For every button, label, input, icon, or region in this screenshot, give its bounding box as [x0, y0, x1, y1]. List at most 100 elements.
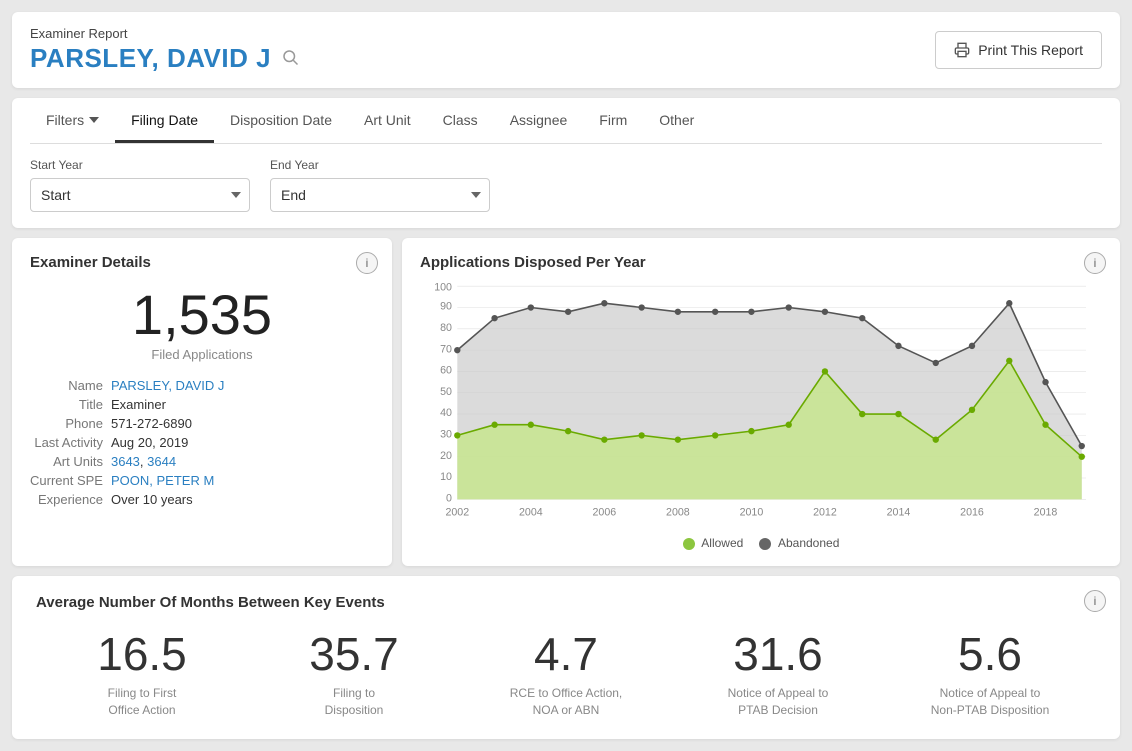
legend-allowed: Allowed — [683, 536, 744, 550]
svg-text:60: 60 — [440, 365, 452, 377]
svg-text:100: 100 — [434, 283, 452, 293]
name-key: Name — [30, 378, 103, 393]
filed-label: Filed Applications — [30, 347, 374, 362]
art-units-key: Art Units — [30, 454, 103, 469]
chevron-down-icon — [89, 117, 99, 123]
svg-text:2008: 2008 — [666, 506, 690, 518]
art-unit-1[interactable]: 3643 — [111, 454, 140, 469]
chart-title: Applications Disposed Per Year — [420, 254, 1102, 271]
tab-filing-date[interactable]: Filing Date — [115, 98, 214, 143]
print-button-label: Print This Report — [978, 42, 1083, 58]
chart-svg: 0 10 20 30 40 50 60 70 80 90 100 — [420, 283, 1102, 528]
allowed-dot — [683, 538, 695, 550]
phone-val: 571-272-6890 — [111, 416, 374, 431]
examiner-card-title: Examiner Details — [30, 254, 374, 271]
experience-val: Over 10 years — [111, 492, 374, 507]
stats-title: Average Number Of Months Between Key Eve… — [36, 594, 1096, 611]
end-year-select[interactable]: End 2002200320042005 2006200720082009 20… — [270, 178, 490, 212]
tab-filters[interactable]: Filters — [30, 98, 115, 143]
header-left: Examiner Report PARSLEY, DAVID J — [30, 26, 299, 74]
svg-text:80: 80 — [440, 322, 452, 334]
stat-label-4: Notice of Appeal toNon-PTAB Disposition — [884, 685, 1096, 719]
header-card: Examiner Report PARSLEY, DAVID J Print T… — [12, 12, 1120, 88]
name-val[interactable]: PARSLEY, DAVID J — [111, 378, 374, 393]
start-year-label: Start Year — [30, 158, 250, 172]
start-year-group: Start Year Start 2002200320042005 200620… — [30, 158, 250, 212]
title-val: Examiner — [111, 397, 374, 412]
stat-label-2: RCE to Office Action,NOA or ABN — [460, 685, 672, 719]
end-year-label: End Year — [270, 158, 490, 172]
svg-text:2014: 2014 — [887, 506, 911, 518]
stat-filing-first-oa: 16.5 Filing to FirstOffice Action — [36, 631, 248, 719]
abandoned-dot — [759, 538, 771, 550]
last-activity-key: Last Activity — [30, 435, 103, 450]
print-icon — [954, 42, 970, 58]
svg-text:40: 40 — [440, 407, 452, 419]
stat-label-3: Notice of Appeal toPTAB Decision — [672, 685, 884, 719]
filters-card: Filters Filing Date Disposition Date Art… — [12, 98, 1120, 228]
end-year-group: End Year End 2002200320042005 2006200720… — [270, 158, 490, 212]
stat-rce-oa: 4.7 RCE to Office Action,NOA or ABN — [460, 631, 672, 719]
stats-row: 16.5 Filing to FirstOffice Action 35.7 F… — [36, 631, 1096, 719]
tab-firm[interactable]: Firm — [583, 98, 643, 143]
print-button[interactable]: Print This Report — [935, 31, 1102, 69]
abandoned-label: Abandoned — [778, 536, 839, 550]
svg-text:2004: 2004 — [519, 506, 543, 518]
svg-text:50: 50 — [440, 386, 452, 398]
filed-count: 1,535 — [30, 287, 374, 343]
spe-key: Current SPE — [30, 473, 103, 488]
svg-text:0: 0 — [446, 492, 452, 504]
main-row: Examiner Details i 1,535 Filed Applicati… — [12, 238, 1120, 566]
svg-text:90: 90 — [440, 301, 452, 313]
report-label: Examiner Report — [30, 26, 299, 41]
svg-text:30: 30 — [440, 429, 452, 441]
chart-info-button[interactable]: i — [1084, 252, 1106, 274]
stat-value-4: 5.6 — [884, 631, 1096, 677]
tab-assignee[interactable]: Assignee — [494, 98, 584, 143]
stat-filing-disposition: 35.7 Filing toDisposition — [248, 631, 460, 719]
chart-legend: Allowed Abandoned — [420, 536, 1102, 550]
examiner-info-button[interactable]: i — [356, 252, 378, 274]
spe-val[interactable]: POON, PETER M — [111, 473, 374, 488]
svg-text:20: 20 — [440, 450, 452, 462]
tab-other[interactable]: Other — [643, 98, 710, 143]
examiner-name: PARSLEY, DAVID J — [30, 43, 271, 74]
stat-label-1: Filing toDisposition — [248, 685, 460, 719]
last-activity-val: Aug 20, 2019 — [111, 435, 374, 450]
stat-value-0: 16.5 — [36, 631, 248, 677]
search-icon[interactable] — [281, 48, 299, 69]
examiner-card: Examiner Details i 1,535 Filed Applicati… — [12, 238, 392, 566]
stat-appeal-ptab: 31.6 Notice of Appeal toPTAB Decision — [672, 631, 884, 719]
stat-value-1: 35.7 — [248, 631, 460, 677]
filter-tabs: Filters Filing Date Disposition Date Art… — [30, 98, 1102, 144]
filter-row: Start Year Start 2002200320042005 200620… — [30, 158, 1102, 212]
svg-text:10: 10 — [440, 471, 452, 483]
start-year-select[interactable]: Start 2002200320042005 2006200720082009 … — [30, 178, 250, 212]
svg-text:2012: 2012 — [813, 506, 837, 518]
svg-text:2016: 2016 — [960, 506, 984, 518]
art-units-val: 3643, 3644 — [111, 454, 374, 469]
svg-text:2018: 2018 — [1034, 506, 1058, 518]
filters-label: Filters — [46, 112, 84, 128]
svg-text:2002: 2002 — [445, 506, 469, 518]
title-key: Title — [30, 397, 103, 412]
chart-card: Applications Disposed Per Year i 0 10 20… — [402, 238, 1120, 566]
stat-appeal-non-ptab: 5.6 Notice of Appeal toNon-PTAB Disposit… — [884, 631, 1096, 719]
svg-text:2006: 2006 — [593, 506, 617, 518]
svg-text:70: 70 — [440, 343, 452, 355]
stats-card: Average Number Of Months Between Key Eve… — [12, 576, 1120, 739]
stat-value-2: 4.7 — [460, 631, 672, 677]
tab-class[interactable]: Class — [427, 98, 494, 143]
tab-art-unit[interactable]: Art Unit — [348, 98, 427, 143]
svg-text:2010: 2010 — [740, 506, 764, 518]
legend-abandoned: Abandoned — [759, 536, 839, 550]
allowed-label: Allowed — [701, 536, 743, 550]
phone-key: Phone — [30, 416, 103, 431]
experience-key: Experience — [30, 492, 103, 507]
stat-value-3: 31.6 — [672, 631, 884, 677]
art-unit-2[interactable]: 3644 — [147, 454, 176, 469]
examiner-detail-grid: Name PARSLEY, DAVID J Title Examiner Pho… — [30, 378, 374, 507]
stats-info-button[interactable]: i — [1084, 590, 1106, 612]
tab-disposition-date[interactable]: Disposition Date — [214, 98, 348, 143]
stat-label-0: Filing to FirstOffice Action — [36, 685, 248, 719]
